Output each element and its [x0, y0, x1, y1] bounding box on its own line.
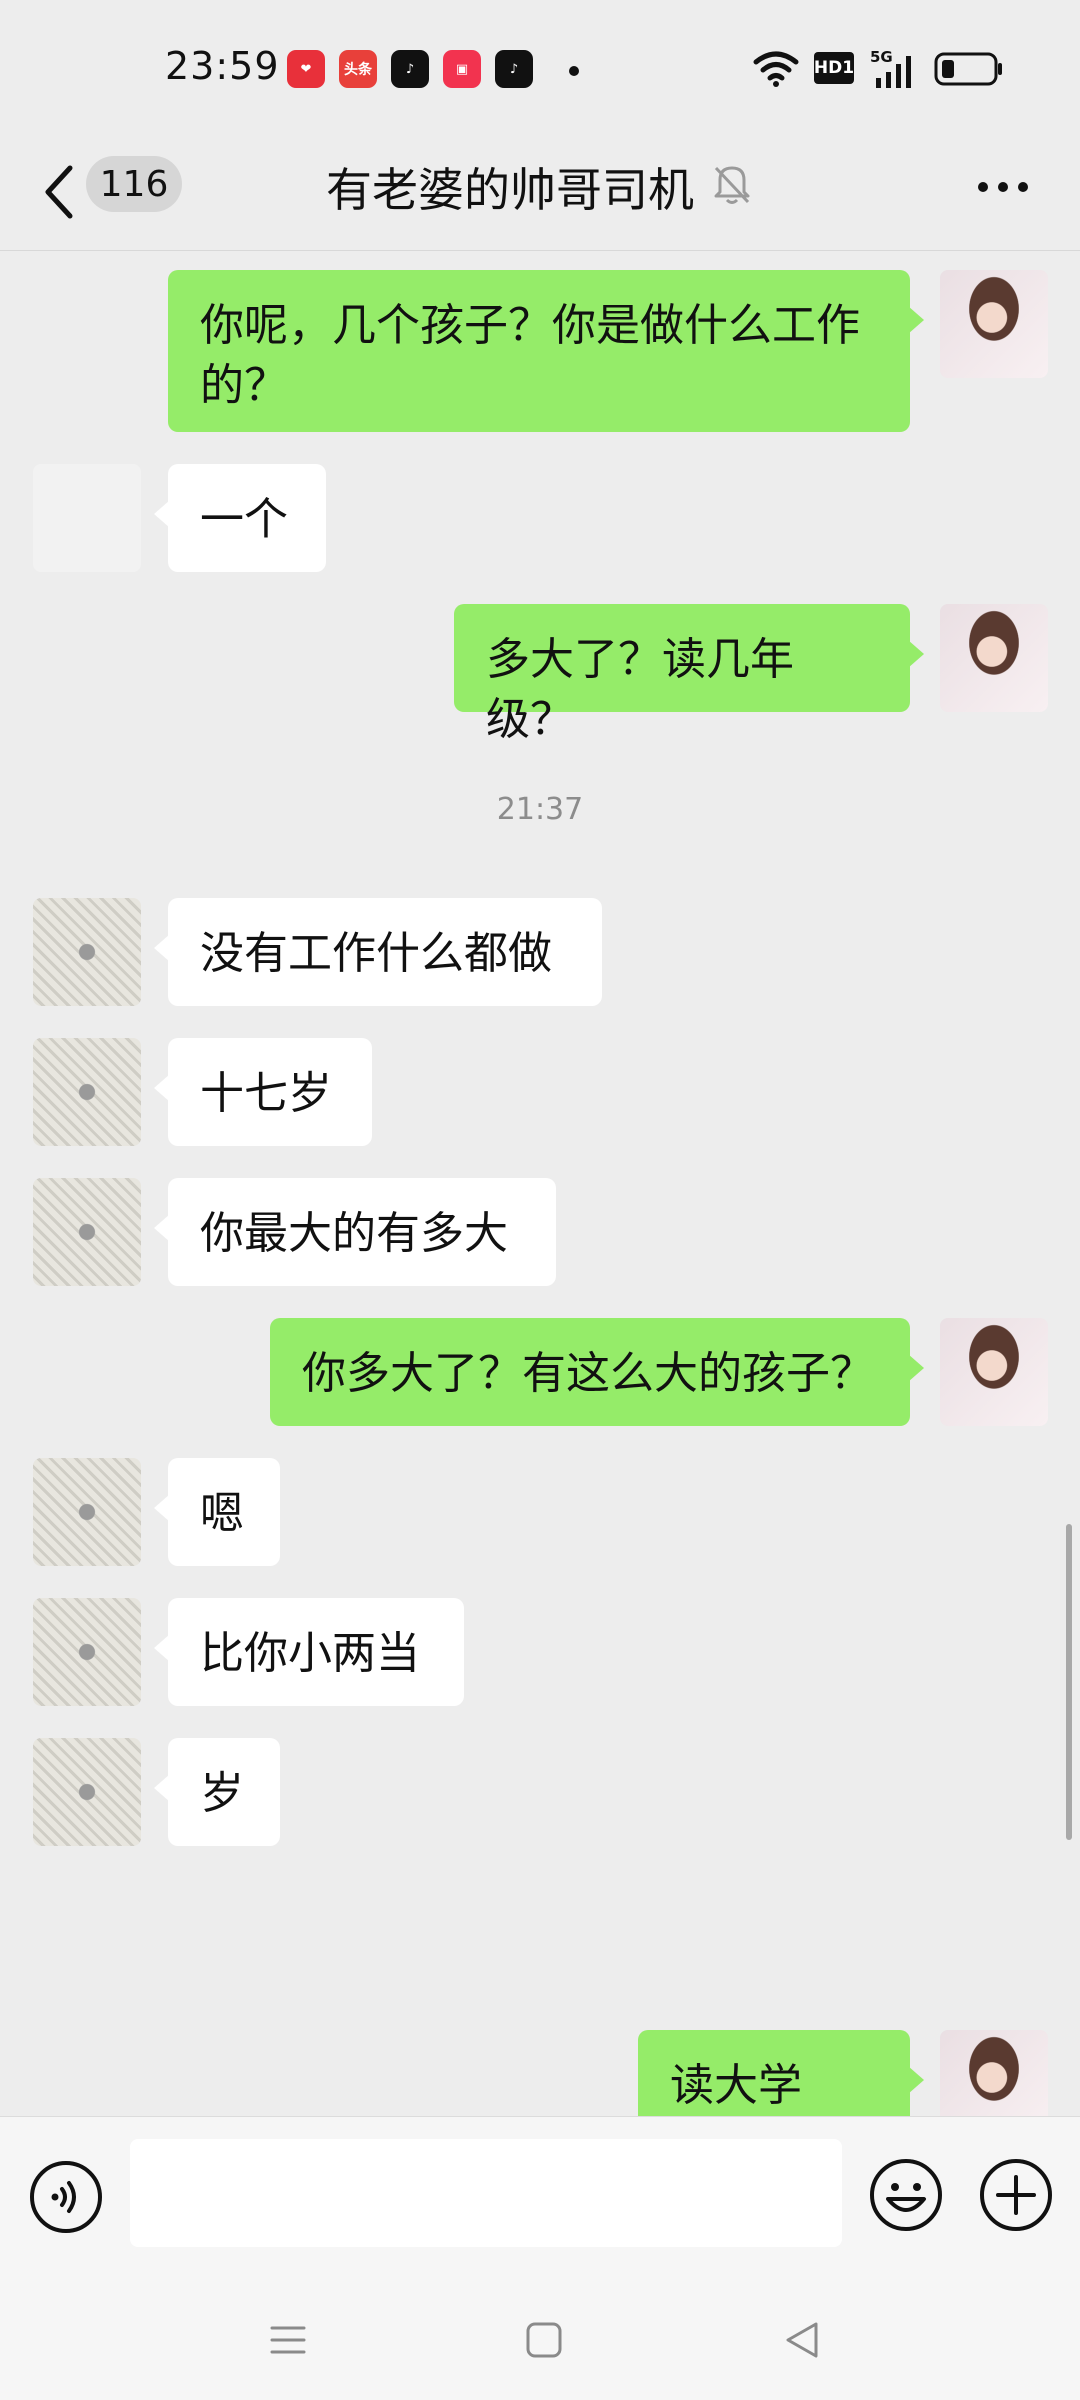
contact-avatar[interactable] [33, 1458, 141, 1566]
status-bar: 23:59 ❤ 头条 ♪ ▣ ♪ HD1 5G [0, 0, 1080, 140]
message-text: 十七岁 [200, 1068, 332, 1119]
scrollbar[interactable] [1066, 1524, 1072, 1840]
more-options-icon[interactable] [976, 180, 1030, 194]
red-app-icon: ▣ [443, 50, 481, 88]
message-timestamp: 21:37 [496, 792, 584, 827]
hd-icon: HD1 [814, 52, 854, 84]
back-arrow-icon[interactable] [40, 162, 80, 222]
unread-count-badge[interactable]: 116 [86, 156, 182, 212]
message-bubble-received[interactable]: 十七岁 [154, 1038, 372, 1146]
menu-icon[interactable] [268, 2320, 308, 2360]
system-navigation-bar [0, 2286, 1080, 2400]
toutiao-icon: 头条 [339, 50, 377, 88]
douyin-icon: ♪ [495, 50, 533, 88]
message-text: 多大了？读几年级？ [486, 634, 794, 745]
message-bubble-sent[interactable]: 你多大了？有这么大的孩子？ [270, 1318, 924, 1426]
my-avatar[interactable] [940, 270, 1048, 378]
message-bubble-sent[interactable]: 你呢，几个孩子？你是做什么工作 的？ [168, 270, 924, 432]
message-text-input[interactable] [130, 2139, 842, 2247]
message-text: 比你小两当 [200, 1628, 420, 1679]
message-bubble-received[interactable]: 一个 [154, 464, 326, 572]
chat-title: 有老婆的帅哥司机 [326, 163, 694, 217]
contact-avatar[interactable] [33, 1038, 141, 1146]
contact-avatar[interactable] [33, 1598, 141, 1706]
message-bubble-received[interactable]: 你最大的有多大 [154, 1178, 556, 1286]
mute-bell-icon [714, 166, 750, 204]
add-more-icon[interactable] [978, 2157, 1054, 2233]
heart-app-icon: ❤ [287, 50, 325, 88]
emoji-icon[interactable] [868, 2157, 944, 2233]
douyin-icon: ♪ [391, 50, 429, 88]
notification-dot [569, 66, 579, 76]
wifi-icon [753, 51, 799, 87]
contact-avatar[interactable] [33, 1178, 141, 1286]
message-text: 一个 [200, 494, 288, 545]
message-bubble-received[interactable]: 没有工作什么都做 [154, 898, 602, 1006]
signal-icon: 5G [870, 48, 911, 88]
my-avatar[interactable] [940, 604, 1048, 712]
voice-input-icon[interactable] [28, 2159, 104, 2235]
message-text: 你最大的有多大 [200, 1208, 508, 1259]
contact-avatar[interactable] [33, 464, 141, 572]
message-text: 的？ [200, 360, 288, 411]
message-text: 你多大了？有这么大的孩子？ [302, 1348, 874, 1399]
message-bubble-received[interactable]: 岁 [154, 1738, 280, 1846]
message-text: 你呢，几个孩子？你是做什么工作 [200, 300, 860, 351]
message-input-bar [0, 2116, 1080, 2287]
home-icon[interactable] [524, 2320, 564, 2360]
message-bubble-received[interactable]: 嗯 [154, 1458, 280, 1566]
back-icon[interactable] [782, 2320, 822, 2360]
message-bubble-sent[interactable]: 多大了？读几年级？ [454, 604, 924, 745]
message-bubble-received[interactable]: 比你小两当 [154, 1598, 464, 1706]
contact-avatar[interactable] [33, 898, 141, 1006]
message-text: 没有工作什么都做 [200, 928, 552, 979]
svg-text:5G: 5G [870, 48, 893, 66]
message-text: 岁 [200, 1768, 244, 1819]
contact-avatar[interactable] [33, 1738, 141, 1846]
chat-header: 116 有老婆的帅哥司机 [0, 140, 1080, 251]
status-time: 23:59 [165, 44, 280, 88]
battery-icon [934, 52, 1002, 86]
message-text: 嗯 [200, 1488, 244, 1539]
my-avatar[interactable] [940, 1318, 1048, 1426]
